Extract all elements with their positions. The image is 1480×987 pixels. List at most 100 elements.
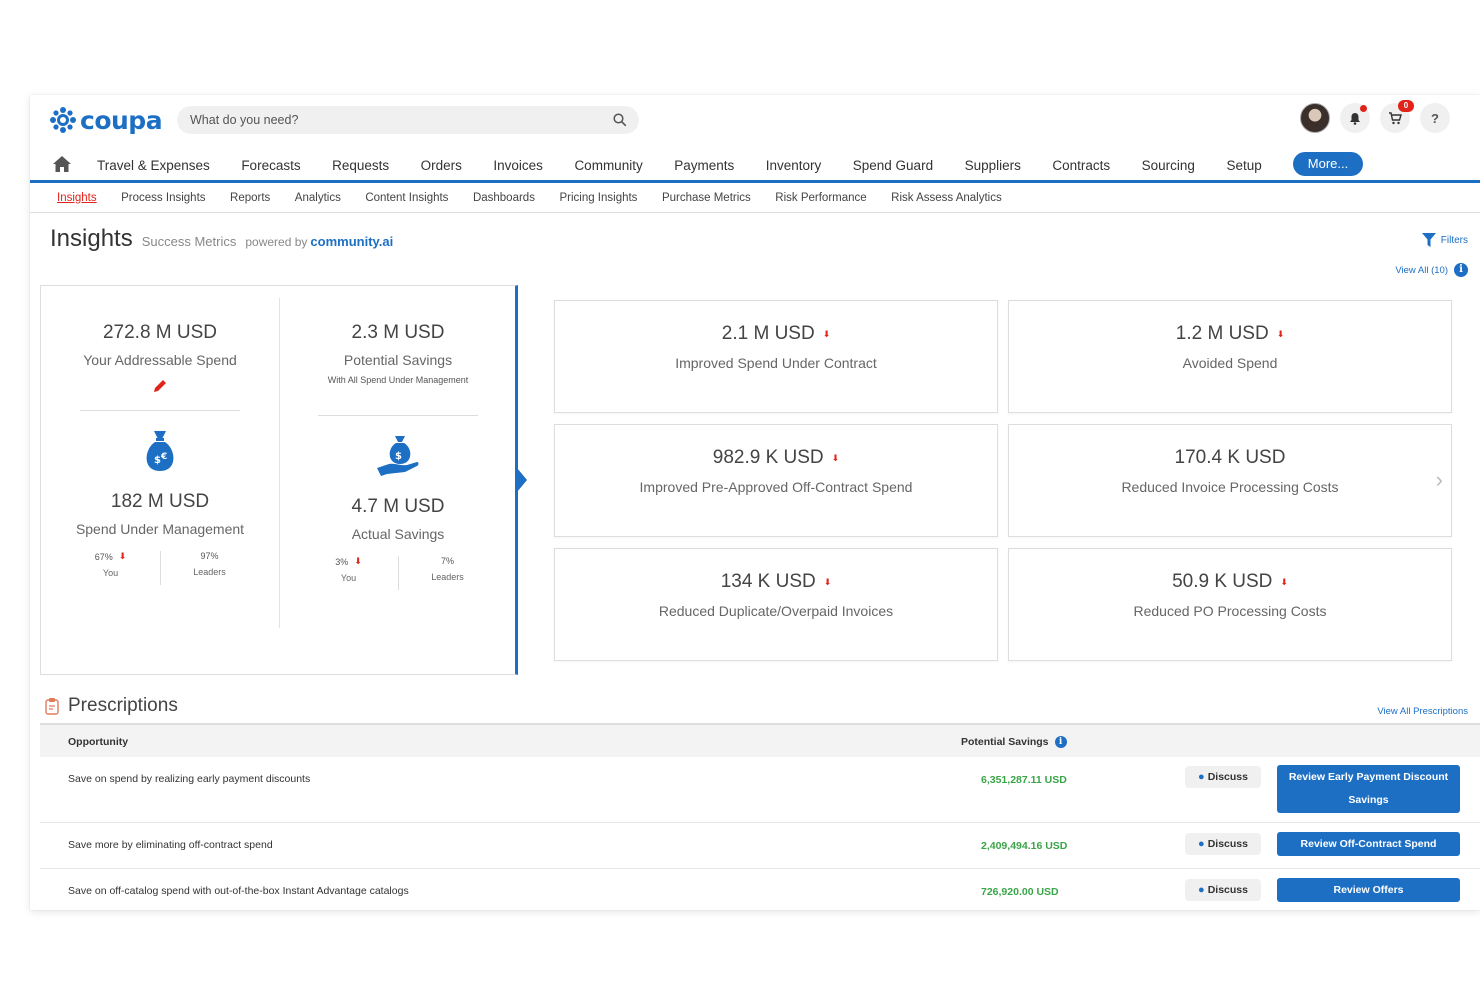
metric-label: Reduced PO Processing Costs xyxy=(1133,603,1327,619)
actual-savings-value: 4.7 M USD xyxy=(351,496,445,517)
subnav-content-insights[interactable]: Content Insights xyxy=(365,192,448,204)
filters-button[interactable]: Filters xyxy=(1421,233,1468,247)
nav-suppliers[interactable]: Suppliers xyxy=(965,158,1021,173)
subnav-pricing-insights[interactable]: Pricing Insights xyxy=(559,192,637,204)
discuss-button[interactable]: ● Discuss xyxy=(1185,879,1261,901)
info-icon[interactable]: i xyxy=(1054,736,1067,748)
nav-sourcing[interactable]: Sourcing xyxy=(1142,158,1195,173)
savings-amount: 726,920.00 USD xyxy=(981,886,1059,898)
subnav-risk-assess-analytics[interactable]: Risk Assess Analytics xyxy=(891,192,1002,204)
view-all-label: View All (10) xyxy=(1395,264,1448,276)
help-icon: ? xyxy=(1431,110,1439,126)
nav-forecasts[interactable]: Forecasts xyxy=(241,158,300,173)
avatar[interactable] xyxy=(1300,103,1330,133)
cart-button[interactable]: 0 xyxy=(1380,100,1414,133)
down-arrow-icon: ⬇ xyxy=(822,328,831,339)
down-arrow-icon: ⬇ xyxy=(1280,576,1288,587)
sum-you-label: You xyxy=(102,568,119,578)
col-potential-savings-label: Potential Savings xyxy=(961,736,1049,748)
review-label: Review Off-Contract Spend xyxy=(1300,837,1437,850)
search-icon[interactable] xyxy=(613,113,627,127)
discuss-label: Discuss xyxy=(1207,838,1248,850)
search-placeholder: What do you need? xyxy=(190,113,299,127)
metric-card[interactable]: 982.9 K USD ⬇ Improved Pre-Approved Off-C… xyxy=(554,424,998,537)
nav-requests[interactable]: Requests xyxy=(332,158,389,173)
review-off-contract-button[interactable]: Review Off-Contract Spend xyxy=(1277,832,1460,856)
metric-card[interactable]: 170.4 K USD Reduced Invoice Processing C… xyxy=(1008,424,1452,537)
money-bag-wrap: $ € xyxy=(41,429,279,477)
edit-wrap xyxy=(41,368,279,404)
metric-value: 2.1 M USD xyxy=(721,323,815,344)
opportunity-text: Save on off-catalog spend with out-of-th… xyxy=(68,885,409,897)
sub-nav: Insights Process Insights Reports Analyt… xyxy=(30,183,1480,213)
cart-badge: 0 xyxy=(1398,100,1414,112)
nav-invoices[interactable]: Invoices xyxy=(493,158,543,173)
discuss-button[interactable]: ● Discuss xyxy=(1185,833,1261,855)
view-all-metrics-link[interactable]: View All (10) i xyxy=(1395,263,1468,277)
metric-card[interactable]: 2.1 M USD ⬇ Improved Spend Under Contract xyxy=(554,300,998,413)
act-leaders-stat: 7% Leaders xyxy=(413,556,483,590)
review-early-payment-button[interactable]: Review Early Payment Discount Savings xyxy=(1277,765,1460,813)
view-all-prescriptions-link[interactable]: View All Prescriptions xyxy=(1377,706,1468,717)
table-header: Opportunity Potential Savings i xyxy=(40,723,1480,757)
metric-card[interactable]: 134 K USD ⬇ Reduced Duplicate/Overpaid In… xyxy=(554,548,998,661)
nav-orders[interactable]: Orders xyxy=(421,158,462,173)
nav-community[interactable]: Community xyxy=(574,158,642,173)
app-window: coupa What do you need? 0 ? Travel & Exp… xyxy=(30,95,1480,910)
community-ai-link[interactable]: community.ai xyxy=(310,234,393,249)
chat-icon: ● xyxy=(1198,771,1205,783)
nav-spend-guard[interactable]: Spend Guard xyxy=(853,158,933,173)
potential-savings-label: Potential Savings xyxy=(343,352,453,368)
down-arrow-icon: ⬇ xyxy=(118,551,127,561)
coupa-logo[interactable]: coupa xyxy=(48,105,163,135)
search-input[interactable]: What do you need? xyxy=(177,106,639,134)
powered-by-text: powered by xyxy=(245,235,308,249)
subnav-risk-performance[interactable]: Risk Performance xyxy=(775,192,866,204)
subnav-reports[interactable]: Reports xyxy=(230,192,270,204)
metric-card[interactable]: 50.9 K USD ⬇ Reduced PO Processing Costs xyxy=(1008,548,1452,661)
nav-setup[interactable]: Setup xyxy=(1226,158,1261,173)
more-button[interactable]: More... xyxy=(1293,152,1363,176)
nav-inventory[interactable]: Inventory xyxy=(766,158,822,173)
act-you-stat: 3% ⬇ You xyxy=(314,556,384,590)
sum-you-stat: 67% ⬇ You xyxy=(76,551,146,585)
spend-under-mgmt-stats: 67% ⬇ You 97% Leaders xyxy=(41,551,279,585)
notifications-button[interactable] xyxy=(1340,103,1370,133)
chat-icon: ● xyxy=(1198,838,1205,850)
savings-amount: 6,351,287.11 USD xyxy=(981,774,1067,786)
metric-label: Improved Pre-Approved Off-Contract Spend xyxy=(639,479,913,495)
bell-icon xyxy=(1350,112,1360,125)
opportunity-text: Save more by eliminating off-contract sp… xyxy=(68,839,273,851)
subnav-insights[interactable]: Insights xyxy=(57,192,97,204)
table-row: Save more by eliminating off-contract sp… xyxy=(40,823,1480,869)
subnav-purchase-metrics[interactable]: Purchase Metrics xyxy=(662,192,751,204)
discuss-label: Discuss xyxy=(1207,884,1248,896)
summary-panel: 272.8 M USD Your Addressable Spend $ € 1… xyxy=(40,285,527,675)
nav-travel-expenses[interactable]: Travel & Expenses xyxy=(97,158,210,173)
main-nav: Travel & Expenses Forecasts Requests Ord… xyxy=(30,150,1480,183)
pencil-icon[interactable] xyxy=(152,378,168,394)
subnav-dashboards[interactable]: Dashboards xyxy=(473,192,535,204)
act-you-label: You xyxy=(340,573,357,583)
opportunity-text: Save on spend by realizing early payment… xyxy=(68,773,311,785)
act-you-value: 3% xyxy=(335,556,349,567)
review-offers-button[interactable]: Review Offers xyxy=(1277,878,1460,902)
discuss-button[interactable]: ● Discuss xyxy=(1185,766,1261,788)
col-opportunity: Opportunity xyxy=(68,736,129,748)
prescriptions-table: Opportunity Potential Savings i Save on … xyxy=(40,723,1480,913)
filters-label: Filters xyxy=(1440,234,1468,246)
help-button[interactable]: ? xyxy=(1420,103,1450,133)
info-icon[interactable]: i xyxy=(1454,263,1468,277)
home-icon[interactable] xyxy=(52,155,72,173)
metric-card[interactable]: 1.2 M USD ⬇ Avoided Spend xyxy=(1008,300,1452,413)
nav-contracts[interactable]: Contracts xyxy=(1052,158,1110,173)
subnav-analytics[interactable]: Analytics xyxy=(295,192,341,204)
addressable-spend-label: Your Addressable Spend xyxy=(83,352,237,368)
nav-payments[interactable]: Payments xyxy=(674,158,734,173)
subnav-process-insights[interactable]: Process Insights xyxy=(121,192,205,204)
main-nav-items: Travel & Expenses Forecasts Requests Ord… xyxy=(97,150,1293,180)
metric-value: 50.9 K USD xyxy=(1172,571,1273,592)
chevron-right-icon[interactable]: › xyxy=(1436,467,1443,493)
sum-leaders-value: 97% xyxy=(200,551,219,561)
savings-hand-wrap: $ xyxy=(279,434,517,482)
